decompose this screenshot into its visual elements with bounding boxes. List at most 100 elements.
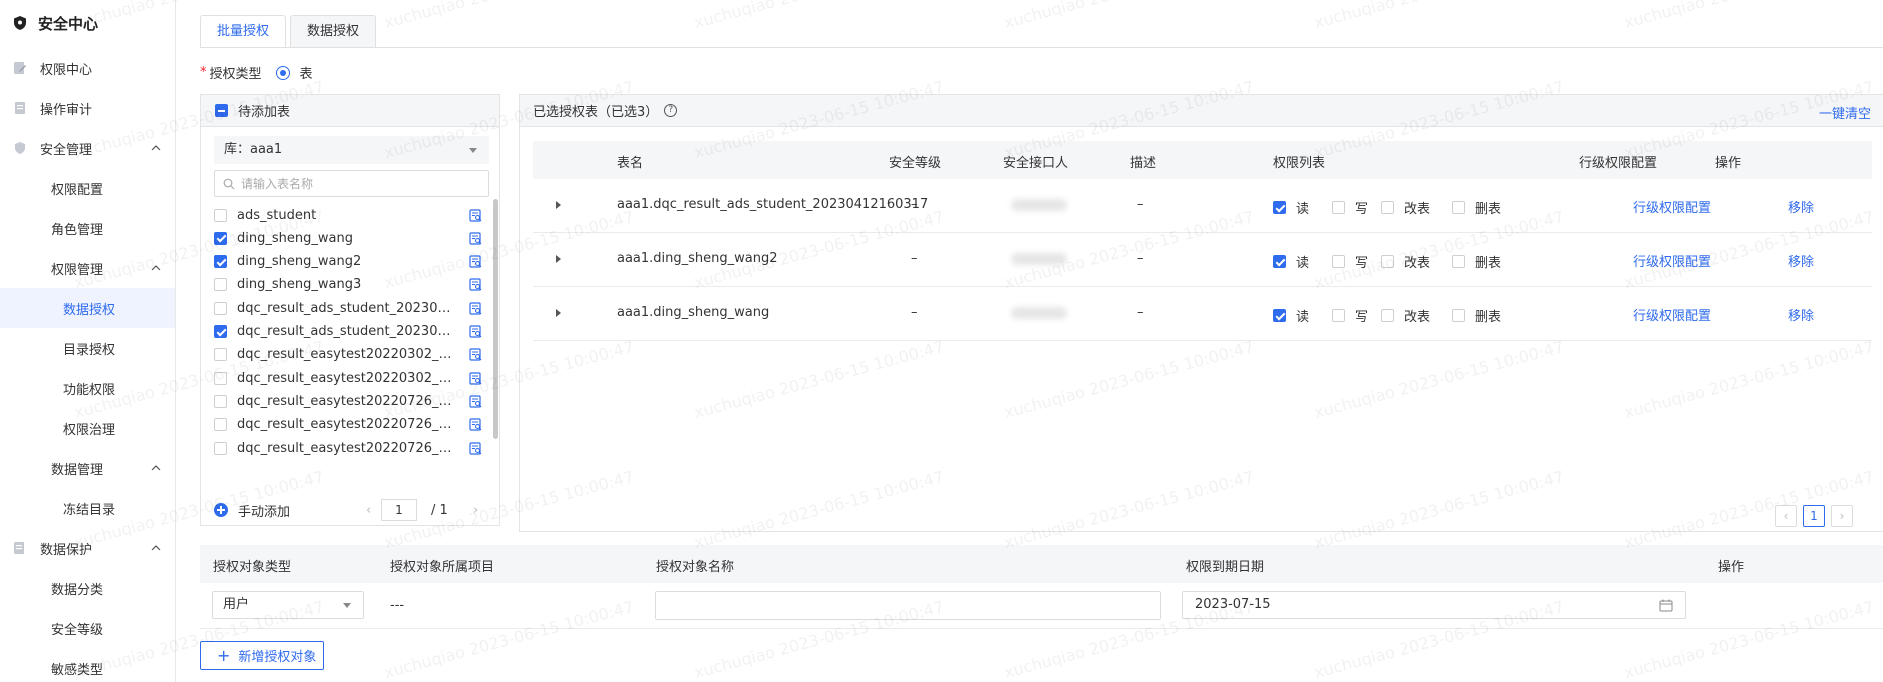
expand-row-icon[interactable] [556, 201, 561, 209]
tab-data-authorization[interactable]: 数据授权 [290, 15, 377, 48]
sidebar-item-permission-config[interactable]: 权限配置 [0, 168, 175, 208]
table-preview-icon[interactable] [469, 348, 482, 361]
permission-option[interactable]: 改表 [1381, 306, 1430, 325]
remove-link[interactable]: 移除 [1788, 305, 1814, 324]
permission-option[interactable]: 读 [1273, 198, 1309, 217]
object-type-select[interactable]: 用户 [212, 591, 364, 619]
table-preview-icon[interactable] [469, 255, 482, 268]
permission-option[interactable]: 写 [1332, 306, 1368, 325]
prev-page-icon[interactable]: ‹ [366, 503, 371, 518]
table-preview-icon[interactable] [469, 208, 482, 222]
permission-option[interactable]: 删表 [1452, 252, 1501, 271]
permission-option[interactable]: 读 [1273, 306, 1309, 325]
remove-link[interactable]: 移除 [1788, 251, 1814, 270]
table-checkbox[interactable] [214, 441, 227, 455]
page-number-input[interactable]: 1 [381, 499, 417, 521]
table-checkbox[interactable] [214, 255, 227, 269]
sidebar-item-role-management[interactable]: 角色管理 [0, 208, 175, 248]
sidebar-item-data-authorization[interactable]: 数据授权 [0, 288, 175, 328]
table-preview-icon[interactable] [469, 371, 482, 385]
row-permission-config-link[interactable]: 行级权限配置 [1633, 305, 1711, 324]
table-preview-icon[interactable] [469, 418, 482, 431]
expand-row-icon[interactable] [556, 309, 561, 317]
database-select[interactable]: 库：aaa1 [214, 136, 489, 164]
sidebar-item-security-management[interactable]: 安全管理 [0, 128, 175, 168]
permission-option[interactable]: 写 [1332, 252, 1368, 271]
table-checkbox[interactable] [214, 208, 227, 222]
permission-checkbox[interactable] [1332, 309, 1345, 322]
sidebar-item-data-protection[interactable]: 数据保护 [0, 528, 175, 568]
permission-checkbox[interactable] [1273, 309, 1286, 322]
permission-option[interactable]: 删表 [1452, 306, 1501, 325]
permission-checkbox[interactable] [1452, 255, 1465, 268]
sidebar-item-label: 数据保护 [40, 542, 93, 558]
table-checkbox[interactable] [214, 394, 227, 408]
table-search-input[interactable]: 请输入表名称 [214, 170, 489, 197]
table-checkbox[interactable] [214, 418, 227, 432]
page-1-button[interactable]: 1 [1803, 505, 1825, 527]
tab-batch-authorization[interactable]: 批量授权 [200, 15, 287, 48]
sidebar-item-data-management[interactable]: 数据管理 [0, 448, 175, 488]
table-preview-icon[interactable] [469, 232, 482, 245]
clear-all-link[interactable]: 一键清空 [1819, 103, 1871, 122]
sidebar-item-security-level[interactable]: 安全等级 [0, 608, 175, 648]
permission-checkbox[interactable] [1452, 201, 1465, 214]
sidebar-item-permission-governance[interactable]: 权限治理 [0, 408, 175, 448]
sidebar-item-permission-management[interactable]: 权限管理 [0, 248, 175, 288]
permission-checkbox[interactable] [1381, 309, 1394, 322]
sidebar-item-data-classification[interactable]: 数据分类 [0, 568, 175, 608]
permission-checkbox[interactable] [1332, 255, 1345, 268]
table-checkbox[interactable] [214, 325, 227, 338]
sidebar-item-permission-center[interactable]: 权限中心 [0, 48, 175, 88]
sidebar-item-catalog-authorization[interactable]: 目录授权 [0, 328, 175, 368]
permission-option[interactable]: 改表 [1381, 198, 1430, 217]
pending-table-item[interactable]: dqc_result_easytest20220726_cwzte... [201, 434, 499, 462]
select-all-checkbox[interactable] [215, 104, 228, 117]
object-name-input[interactable] [655, 591, 1161, 620]
add-grant-object-button[interactable]: + 新增授权对象 [200, 641, 324, 670]
sidebar-item-sensitive-type[interactable]: 敏感类型 [0, 648, 175, 682]
expand-row-icon[interactable] [556, 255, 561, 263]
table-checkbox[interactable] [214, 231, 227, 245]
table-checkbox[interactable] [214, 301, 227, 315]
manual-add-link[interactable]: 手动添加 [238, 501, 290, 520]
row-permission-config-link[interactable]: 行级权限配置 [1633, 251, 1711, 270]
table-checkbox[interactable] [214, 371, 227, 385]
permission-label: 读 [1296, 310, 1310, 325]
description-value: – [1137, 251, 1144, 266]
permission-checkbox[interactable] [1273, 255, 1286, 268]
chevron-up-icon [151, 145, 161, 151]
row-permission-config-link[interactable]: 行级权限配置 [1633, 197, 1711, 216]
table-checkbox[interactable] [214, 348, 227, 362]
table-preview-icon[interactable] [469, 278, 482, 291]
help-icon[interactable]: ? [664, 104, 678, 117]
security-level-value: – [911, 197, 918, 212]
permission-option[interactable]: 改表 [1381, 252, 1430, 271]
permission-option[interactable]: 删表 [1452, 198, 1501, 217]
permission-option[interactable]: 读 [1273, 252, 1309, 271]
remove-link[interactable]: 移除 [1788, 197, 1814, 216]
watermark-text: xuchuqiao 2023-06-15 10:00:47 [692, 0, 946, 32]
permission-checkbox[interactable] [1273, 201, 1286, 214]
auth-type-radio[interactable] [275, 65, 290, 80]
table-preview-icon[interactable] [469, 325, 482, 338]
sidebar-item-audit[interactable]: 操作审计 [0, 88, 175, 128]
permission-checkbox[interactable] [1381, 255, 1394, 268]
permission-option[interactable]: 写 [1332, 198, 1368, 217]
sidebar-item-frozen-catalog[interactable]: 冻结目录 [0, 488, 175, 528]
permission-checkbox[interactable] [1332, 201, 1345, 214]
next-page-button[interactable]: › [1831, 505, 1853, 527]
table-list-scrollbar[interactable] [493, 199, 498, 439]
permission-checkbox[interactable] [1381, 201, 1394, 214]
next-page-icon[interactable]: › [473, 503, 478, 518]
table-preview-icon[interactable] [469, 441, 482, 455]
expire-date-picker[interactable]: 2023-07-15 [1182, 591, 1686, 619]
sidebar-item-function-permission[interactable]: 功能权限 [0, 368, 175, 408]
prev-page-button[interactable]: ‹ [1775, 505, 1797, 527]
table-checkbox[interactable] [214, 278, 227, 292]
table-preview-icon[interactable] [469, 395, 482, 408]
permission-checkbox[interactable] [1452, 309, 1465, 322]
sidebar-item-label: 操作审计 [40, 102, 93, 118]
table-preview-icon[interactable] [469, 302, 482, 315]
add-circle-icon[interactable] [214, 503, 228, 517]
